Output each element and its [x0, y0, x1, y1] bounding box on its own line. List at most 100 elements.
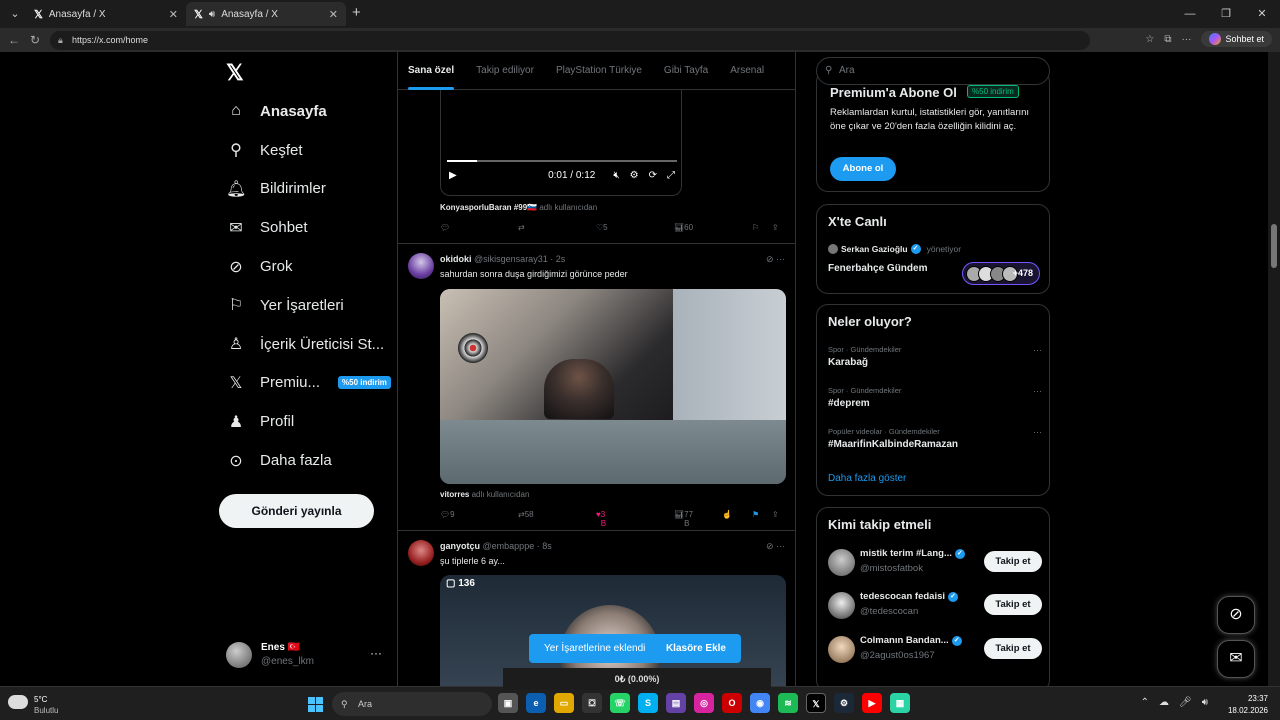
- author-handle[interactable]: @sikisgensaray31: [474, 254, 548, 264]
- tab-for-you[interactable]: Sana özel: [408, 52, 455, 90]
- refresh-icon[interactable]: ↻: [30, 32, 40, 48]
- settings-gear-icon[interactable]: ⚙: [630, 170, 639, 181]
- follow-suggestion[interactable]: Colmanın Bandan... ✓ @2agust0os1967 Takip…: [828, 633, 1042, 665]
- retweet-icon[interactable]: ⇄: [518, 223, 525, 232]
- mute-icon[interactable]: 🔇︎: [613, 170, 619, 181]
- avatar[interactable]: [408, 253, 434, 279]
- nav-item-premium[interactable]: 𝕏 Premiu... %50 indirim: [218, 364, 394, 403]
- post-media-image[interactable]: [440, 289, 786, 484]
- tab-playstation[interactable]: PlayStation Türkiye: [556, 52, 642, 90]
- windows-start-icon[interactable]: [308, 697, 323, 712]
- browser-tab-2[interactable]: 𝕏 🔊︎ Anasayfa / X ✕: [186, 2, 346, 26]
- twitch-icon[interactable]: ▤: [666, 693, 686, 713]
- video-progress-bar[interactable]: [447, 160, 677, 162]
- more-dots-icon[interactable]: ···: [370, 646, 382, 660]
- avatar[interactable]: [408, 540, 434, 566]
- post-time[interactable]: 8s: [542, 541, 552, 551]
- live-host[interactable]: Serkan Gazioğlu ✓ yönetiyor: [828, 244, 961, 254]
- nav-item-more[interactable]: ⊙ Daha fazla: [218, 441, 394, 480]
- follow-suggestion[interactable]: tedescocan fedaisi ✓ @tedescocan Takip et: [828, 589, 1042, 621]
- trend-item[interactable]: Spor · Gündemdekiler #deprem ···: [828, 386, 1042, 409]
- page-scrollbar[interactable]: [1268, 52, 1280, 686]
- close-tab-icon[interactable]: ✕: [169, 8, 178, 21]
- copilot-button[interactable]: Sohbet et: [1201, 31, 1272, 47]
- nav-item-explore[interactable]: ⚲ Keşfet: [218, 131, 394, 170]
- skype-icon[interactable]: S: [638, 693, 658, 713]
- spotify-icon[interactable]: ≋: [778, 693, 798, 713]
- reply-icon[interactable]: 💬︎: [440, 223, 450, 232]
- favorites-star-icon[interactable]: ☆: [1145, 34, 1154, 45]
- tray-chevron-icon[interactable]: ⌃: [1141, 697, 1149, 708]
- instagram-icon[interactable]: ◎: [694, 693, 714, 713]
- file-explorer-icon[interactable]: ▭: [554, 693, 574, 713]
- follow-button[interactable]: Takip et: [984, 594, 1042, 615]
- nav-item-bookmarks[interactable]: ⚐ Yer İşaretleri: [218, 286, 394, 325]
- network-icon[interactable]: ☁: [1159, 697, 1169, 708]
- x-logo-icon[interactable]: 𝕏: [226, 60, 244, 86]
- youtube-icon[interactable]: ▶: [862, 693, 882, 713]
- trend-more-icon[interactable]: ···: [1033, 345, 1042, 355]
- close-tab-icon[interactable]: ✕: [329, 8, 338, 21]
- x-app-icon[interactable]: 𝕏: [806, 693, 826, 713]
- post-menu-dots-icon[interactable]: ⊘ ···: [766, 541, 785, 552]
- reply-button[interactable]: 💬︎ 9: [440, 510, 455, 519]
- tab-actions-chevron-icon[interactable]: ⌄: [4, 4, 26, 24]
- edge-icon[interactable]: e: [526, 693, 546, 713]
- speaker-icon[interactable]: 🔊︎: [209, 9, 215, 20]
- tab-following[interactable]: Takip ediliyor: [476, 52, 534, 90]
- loop-icon[interactable]: ⟳: [649, 170, 657, 181]
- back-icon[interactable]: ←: [8, 32, 20, 48]
- steam-icon[interactable]: ⚙: [834, 693, 854, 713]
- app-icon[interactable]: ▦: [890, 693, 910, 713]
- site-info-icon[interactable]: 🔒︎: [58, 31, 63, 50]
- post-time[interactable]: 2s: [556, 254, 566, 264]
- account-switcher[interactable]: Enes 🇹🇷 @enes_lkm ···: [226, 640, 386, 674]
- post-menu-dots-icon[interactable]: ⊘ ···: [766, 254, 785, 265]
- trend-more-icon[interactable]: ···: [1033, 427, 1042, 437]
- show-more-link[interactable]: Daha fazla göster: [828, 473, 906, 484]
- browser-tab-1[interactable]: 𝕏 Anasayfa / X ✕: [26, 2, 186, 26]
- restore-icon[interactable]: ❐: [1208, 0, 1244, 28]
- bookmark-icon[interactable]: ⚐: [752, 223, 759, 232]
- views-button[interactable]: 📊︎ 60: [674, 223, 693, 232]
- trend-item[interactable]: Popüler videolar · Gündemdekiler #Maarif…: [828, 427, 1042, 450]
- tab-arsenal[interactable]: Arsenal: [730, 52, 764, 90]
- menu-dots-icon[interactable]: ···: [1181, 34, 1191, 45]
- volume-icon[interactable]: 🔊︎: [1202, 697, 1208, 708]
- live-topic[interactable]: Fenerbahçe Gündem: [828, 263, 927, 274]
- grok-fab-icon[interactable]: ⊘: [1217, 596, 1255, 634]
- attribution-user[interactable]: vitorres: [440, 490, 469, 499]
- author-name[interactable]: okidoki: [440, 254, 472, 264]
- like-button[interactable]: ♥ 3 B: [596, 510, 606, 528]
- microphone-icon[interactable]: 🎤︎: [1179, 697, 1192, 708]
- nav-item-grok[interactable]: ⊘ Grok: [218, 247, 394, 286]
- taskbar-search[interactable]: ⚲ Ara: [332, 692, 492, 716]
- subscribe-button[interactable]: Abone ol: [830, 157, 896, 181]
- like-button[interactable]: ♡ 5: [596, 223, 608, 232]
- clock[interactable]: 23:37 18.02.2026: [1228, 693, 1268, 717]
- nav-item-notifications[interactable]: 🔔︎ Bildirimler: [218, 170, 394, 209]
- task-view-icon[interactable]: ▣: [498, 693, 518, 713]
- bookmark-filled-icon[interactable]: ⚑: [752, 510, 759, 519]
- share-icon[interactable]: ⇪: [772, 223, 779, 232]
- follow-button[interactable]: Takip et: [984, 551, 1042, 572]
- close-window-icon[interactable]: ✕: [1244, 0, 1280, 28]
- trend-item[interactable]: Spor · Gündemdekiler Karabağ ···: [828, 345, 1042, 368]
- scrollbar-thumb[interactable]: [1271, 224, 1277, 268]
- nav-item-profile[interactable]: ♟ Profil: [218, 402, 394, 441]
- extensions-icon[interactable]: ⧉: [1164, 34, 1171, 45]
- nav-item-creator-studio[interactable]: ♙ İçerik Üreticisi St...: [218, 325, 394, 364]
- views-button[interactable]: 📊︎ 77 B: [674, 510, 693, 528]
- share-icon[interactable]: ⇪: [772, 510, 779, 519]
- attribution-user[interactable]: KonyasporluBaran #99🇸🇮: [440, 203, 537, 212]
- search-input[interactable]: ⚲ Ara: [816, 57, 1050, 85]
- video-player[interactable]: ▶ 0:01 / 0:12 🔇︎ ⚙ ⟳ ⤢: [440, 90, 682, 196]
- whatsapp-icon[interactable]: ☏: [610, 693, 630, 713]
- nav-item-messages[interactable]: ✉ Sohbet: [218, 208, 394, 247]
- trend-more-icon[interactable]: ···: [1033, 386, 1042, 396]
- fullscreen-icon[interactable]: ⤢: [667, 170, 675, 181]
- opera-icon[interactable]: O: [722, 693, 742, 713]
- follow-suggestion[interactable]: mistik terim #Lang... ✓ @mistosfatbok Tak…: [828, 546, 1042, 578]
- minimize-icon[interactable]: —: [1172, 0, 1208, 28]
- author-name[interactable]: ganyotçu: [440, 541, 480, 551]
